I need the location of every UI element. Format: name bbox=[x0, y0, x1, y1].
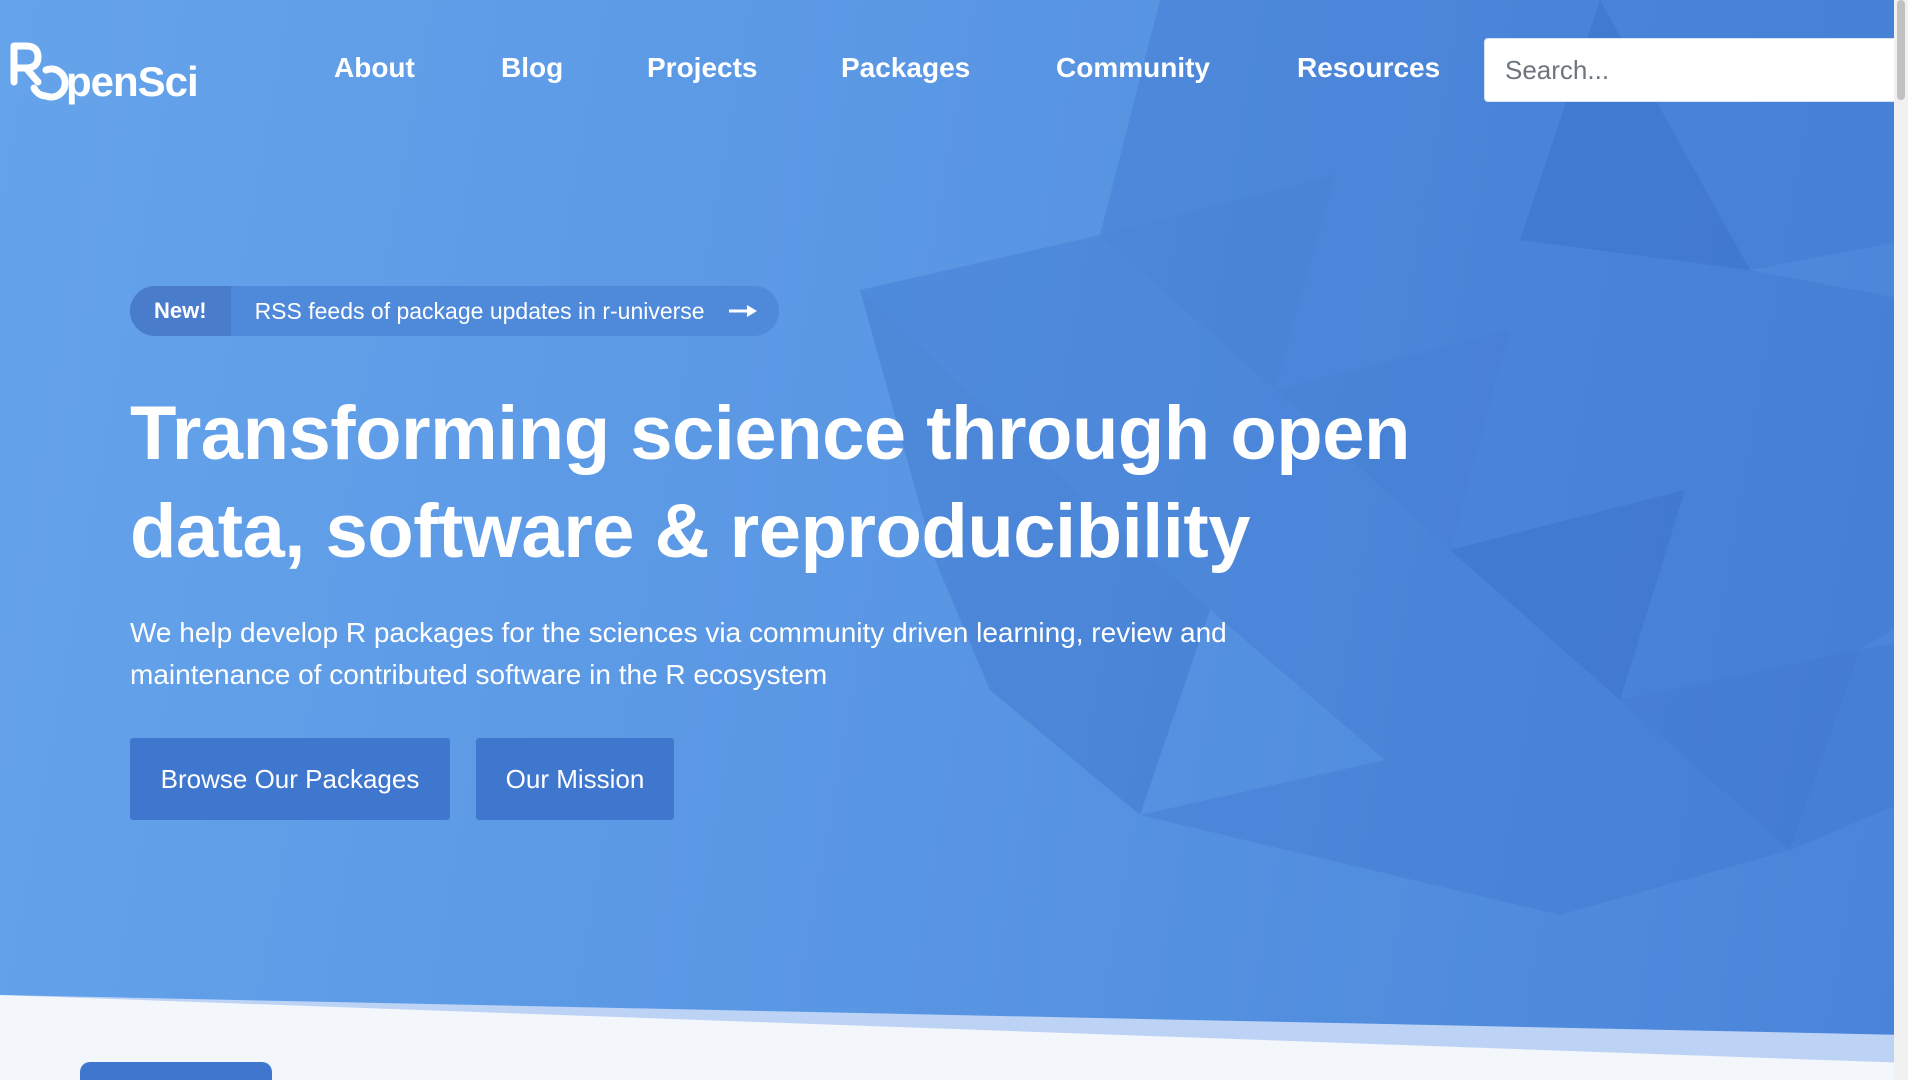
page: penSci About Blog Projects Packages Comm… bbox=[0, 0, 1908, 1080]
announcement-badge: New! bbox=[130, 286, 231, 336]
announcement-link[interactable]: New! RSS feeds of package updates in r-u… bbox=[130, 286, 779, 336]
nav-item-projects[interactable]: Projects bbox=[647, 52, 758, 84]
arrow-right-icon bbox=[728, 305, 757, 317]
hero-headline: Transforming science through open data, … bbox=[130, 391, 1410, 574]
nav-item-about[interactable]: About bbox=[334, 52, 415, 84]
announcement-text: RSS feeds of package updates in r-univer… bbox=[254, 297, 705, 324]
browse-packages-button[interactable]: Browse Our Packages bbox=[130, 738, 450, 820]
next-section-tab bbox=[80, 1062, 272, 1080]
nav-item-blog[interactable]: Blog bbox=[501, 52, 563, 84]
our-mission-button[interactable]: Our Mission bbox=[476, 738, 674, 820]
nav-item-resources[interactable]: Resources bbox=[1297, 52, 1440, 84]
ropensci-logo[interactable]: penSci bbox=[8, 40, 228, 115]
search-input[interactable] bbox=[1485, 39, 1899, 101]
scrollbar-thumb[interactable] bbox=[1897, 0, 1905, 100]
nav-item-packages[interactable]: Packages bbox=[841, 52, 970, 84]
search-box bbox=[1484, 38, 1900, 102]
section-divider bbox=[0, 995, 1908, 1080]
nav-item-community[interactable]: Community bbox=[1056, 52, 1210, 84]
svg-text:penSci: penSci bbox=[66, 58, 198, 105]
scrollbar[interactable] bbox=[1894, 0, 1908, 1080]
hero-subhead: We help develop R packages for the scien… bbox=[130, 617, 1227, 690]
